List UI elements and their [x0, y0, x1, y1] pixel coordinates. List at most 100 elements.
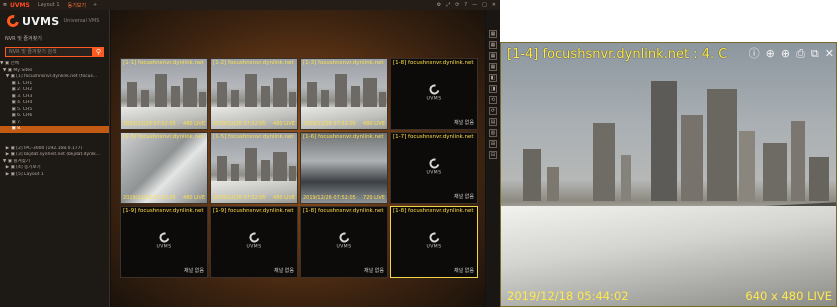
building	[245, 148, 257, 182]
layout-button-icon[interactable]: ▤	[489, 118, 497, 126]
uvms-placeholder: UVMS	[426, 230, 442, 250]
placeholder-text: UVMS	[156, 244, 172, 250]
camera-timestamp: 2019/12/18 05:44:02	[507, 289, 629, 303]
cell-title: [1-1] focushnsnvr.dynlink.net	[123, 60, 204, 66]
tree-node[interactable]: ▶ ▣ [5] Layout 1	[0, 172, 109, 179]
copy-icon[interactable]: ⧉	[811, 48, 819, 60]
uvms-logo-icon	[157, 230, 171, 244]
building	[379, 92, 386, 108]
building	[651, 80, 677, 201]
placeholder-text: UVMS	[426, 244, 442, 250]
camera-cell[interactable]: UVMS [1-8] focushnsnvr.dynlink.net 채널 없음	[390, 206, 478, 278]
enlarged-camera-view[interactable]: [1-4] focushsnvr.dynlink.net : 4. C ⓘ ⊕ ⊕ ⎙…	[500, 42, 837, 307]
tab-sync-view[interactable]: 동기보기	[64, 2, 90, 9]
building	[127, 82, 137, 108]
layout-button-icon[interactable]: ▦	[489, 63, 497, 71]
layout-button-icon[interactable]: ▥	[489, 129, 497, 137]
layout-button-icon[interactable]: ⟳	[489, 107, 497, 115]
building	[261, 160, 270, 182]
brand-label: UVMS	[10, 1, 30, 9]
add-tab-button[interactable]: +	[93, 2, 97, 8]
cell-title: [1-9] focushnsnvr.dynlink.net	[123, 208, 204, 214]
camera-cell[interactable]: UVMS [1-9] focushnsnvr.dynlink.net 채널 없음	[120, 206, 208, 278]
uvms-logo-icon	[427, 82, 441, 96]
cell-title: [1-5] focushnsnvr.dynlink.net	[213, 134, 294, 140]
section-label: NVR 및 즐겨찾기	[5, 36, 42, 42]
refresh-icon[interactable]: ⟳	[455, 2, 459, 8]
search-icon: ⚲	[95, 48, 102, 56]
ptz-icon[interactable]: ⊕	[766, 48, 775, 60]
uvms-logo-icon	[337, 230, 351, 244]
camera-cell[interactable]: [1-6] focushnsnvr.dynlink.net 2019/12/26 …	[300, 132, 388, 204]
building	[739, 130, 755, 201]
logo-text: UVMS	[22, 14, 60, 28]
building	[307, 82, 317, 108]
placeholder-text: UVMS	[246, 244, 262, 250]
fullscreen-icon[interactable]: ⤢	[446, 2, 450, 8]
window-controls: ⚙ ⤢ ⟳ ? — □ ✕	[437, 2, 500, 8]
minimize-icon[interactable]: —	[472, 2, 477, 8]
layout-button-icon[interactable]: ◨	[489, 85, 497, 93]
camera-image	[301, 133, 387, 203]
no-channel-label: 채널 없음	[454, 120, 474, 126]
search-button[interactable]: ⚲	[93, 47, 104, 57]
cell-resolution: 480 LIVE	[183, 121, 205, 127]
logo-subtitle: Universal VMS	[63, 18, 100, 24]
layout-button-icon[interactable]: ▦	[489, 52, 497, 60]
cell-resolution: 480 LIVE	[183, 195, 205, 201]
layout-button-icon[interactable]: ◧	[489, 74, 497, 82]
cell-title: [1-8] focushnsnvr.dynlink.net	[393, 60, 474, 66]
layout-button-icon[interactable]: ▦	[489, 30, 497, 38]
camera-cell[interactable]: UVMS [1-8] focushnsnvr.dynlink.net 채널 없음	[300, 206, 388, 278]
camera-cell[interactable]: [1-1] focushnsnvr.dynlink.net 2019/12/26 …	[120, 58, 208, 130]
layout-button-icon[interactable]: ⊞	[489, 140, 497, 148]
camera-cell[interactable]: UVMS [1-8] focushnsnvr.dynlink.net 채널 없음	[390, 58, 478, 130]
cell-resolution: 480 LIVE	[363, 121, 385, 127]
layout-button-icon[interactable]: ⊟	[489, 151, 497, 159]
placeholder-text: UVMS	[426, 96, 442, 102]
print-icon[interactable]: ⎙	[796, 48, 805, 60]
building	[809, 156, 829, 201]
settings-icon[interactable]: ⚙	[437, 2, 441, 8]
layout-button-icon[interactable]: ▦	[489, 41, 497, 49]
tab-layout-1[interactable]: Layout 1	[34, 2, 64, 8]
building	[217, 82, 227, 108]
camera-cell[interactable]: UVMS [1-7] focushnsnvr.dynlink.net 채널 없음	[390, 132, 478, 204]
camera-resolution: 640 x 480 LIVE	[745, 289, 832, 303]
close-icon[interactable]: ✕	[825, 48, 834, 60]
building	[273, 78, 287, 108]
uvms-placeholder: UVMS	[336, 230, 351, 249]
info-icon[interactable]: ⓘ	[749, 48, 760, 60]
building	[261, 86, 270, 108]
no-channel-label: 채널 없음	[454, 268, 474, 274]
close-window-icon[interactable]: ✕	[492, 2, 496, 8]
uvms-placeholder: UVMS	[156, 230, 172, 250]
cell-resolution: 480 LIVE	[273, 121, 295, 127]
uvms-logo-icon	[4, 12, 22, 30]
search-input[interactable]: NVR 및 즐겨찾기 검색	[5, 47, 93, 57]
layout-button-icon[interactable]: ⟲	[489, 96, 497, 104]
tree-node[interactable]: ▼ ▣ [1] focushnsnvr.dynlink.net (focus..…	[0, 74, 109, 81]
building	[289, 92, 296, 108]
zoom-icon[interactable]: ⊕	[781, 48, 790, 60]
top-bar: ≡ UVMS Layout 1 동기보기 + ⚙ ⤢ ⟳ ? — □ ✕	[0, 0, 500, 10]
help-icon[interactable]: ?	[464, 2, 467, 8]
building	[547, 166, 559, 201]
no-channel-label: 채널 없음	[454, 194, 474, 200]
cell-title: [1-6] focushnsnvr.dynlink.net	[303, 134, 384, 140]
camera-controls: ⓘ ⊕ ⊕ ⎙ ⧉ ✕	[749, 48, 834, 60]
camera-cell[interactable]: [1-5] focushnsnvr.dynlink.net 2019/12/26 …	[210, 132, 298, 204]
logo: UVMS Universal VMS	[0, 10, 109, 32]
uvms-placeholder: UVMS	[426, 82, 442, 102]
camera-cell[interactable]: [1-3] focushnsnvr.dynlink.net 2019/12/26 …	[300, 58, 388, 130]
cell-timestamp: 2019/12/26 07:52:05	[123, 121, 176, 127]
tree-node[interactable]: ▶ ▣ [3] bkjdat.synheit.net (bkjdat.dynlk…	[0, 152, 109, 159]
maximize-icon[interactable]: □	[482, 2, 487, 8]
camera-cell[interactable]: [1-5] focushnsnvr.dynlink.net 2019/12/26 …	[120, 132, 208, 204]
layout-toolbar: ▦ ▦ ▦ ▦ ◧ ◨ ⟲ ⟳ ▤ ▥ ⊞ ⊟	[486, 10, 500, 307]
search-row: NVR 및 즐겨찾기 검색 ⚲	[5, 47, 104, 57]
menu-icon[interactable]: ≡	[0, 2, 10, 8]
camera-cell[interactable]: UVMS [1-9] focushnsnvr.dynlink.net 채널 없음	[210, 206, 298, 278]
building	[681, 114, 703, 201]
camera-cell[interactable]: [1-2] focushnsnvr.dynlink.net 2019/12/26 …	[210, 58, 298, 130]
